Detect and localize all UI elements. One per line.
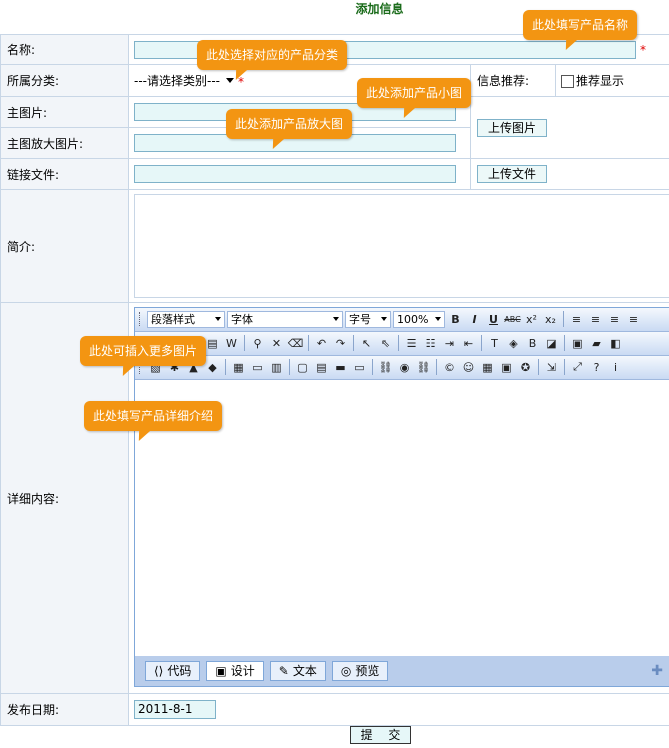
upload-image-button[interactable]: 上传图片 [477, 118, 548, 137]
upload-file-button[interactable]: 上传文件 [477, 165, 548, 183]
link-file-input[interactable] [134, 165, 456, 183]
callout-name: 此处填写产品名称 [523, 10, 638, 40]
paste-word-icon[interactable]: W [223, 335, 240, 352]
zoom-select[interactable]: 100% [393, 310, 445, 328]
select-all-icon[interactable]: ⇖ [377, 335, 394, 352]
page-icon[interactable]: ▤ [313, 359, 330, 376]
italic-icon[interactable]: I [466, 311, 483, 328]
layer-icon[interactable]: ◧ [607, 335, 624, 352]
format-icon[interactable]: ◪ [543, 335, 560, 352]
date-icon[interactable]: ▣ [498, 359, 515, 376]
time-icon[interactable]: ✪ [517, 359, 534, 376]
code-icon: ⟨⟩ [154, 663, 164, 678]
paste-text-icon[interactable]: ▤ [204, 335, 221, 352]
preview-icon: ◎ [340, 663, 352, 678]
ordered-list-icon[interactable]: ☰ [403, 335, 420, 352]
callout-small-image: 此处添加产品小图 [357, 78, 472, 108]
chevron-down-icon [381, 317, 387, 321]
underline-icon[interactable]: U [485, 311, 502, 328]
submit-button[interactable]: 提 交 [350, 726, 411, 744]
font-size-select[interactable]: 字号 [345, 310, 391, 328]
editor-toolbar-row-2: ✂ ❐ 📋 ▤ W ⚲ ✕ ⌫ ↶ ↷ ↖ ⇖ ☰ [135, 331, 669, 356]
mode-code-button[interactable]: ⟨⟩ 代码 [145, 660, 201, 681]
align-center-icon[interactable]: ≡ [587, 311, 604, 328]
mode-preview-button[interactable]: ◎ 预览 [331, 660, 389, 681]
toolbar-grip-icon [139, 312, 142, 326]
text-color-icon[interactable]: T [486, 335, 503, 352]
publish-date-label: 发布日期: [0, 693, 129, 726]
chevron-down-icon [435, 317, 441, 321]
select-icon[interactable]: ↖ [358, 335, 375, 352]
mode-text-button[interactable]: ✎ 文本 [269, 660, 326, 681]
publish-date-input[interactable]: 2011-8-1 [134, 700, 216, 719]
callout-more-images: 此处可插入更多图片 [80, 336, 207, 366]
form-icon[interactable]: ▢ [294, 359, 311, 376]
globe-icon[interactable]: ◉ [396, 359, 413, 376]
input-field-icon[interactable]: ▭ [351, 359, 368, 376]
spreadsheet-icon[interactable]: ▦ [479, 359, 496, 376]
undo-icon[interactable]: ↶ [313, 335, 330, 352]
link-file-label: 链接文件: [0, 158, 129, 190]
mode-design-button[interactable]: ▣ 设计 [206, 660, 264, 681]
design-icon: ▣ [215, 663, 227, 678]
horizontal-rule-icon[interactable]: ▬ [332, 359, 349, 376]
callout-large-image: 此处添加产品放大图 [226, 109, 353, 139]
large-image-label: 主图放大图片: [0, 127, 129, 159]
bold-icon[interactable]: B [447, 311, 464, 328]
delete-icon[interactable]: ✕ [268, 335, 285, 352]
align-right-icon[interactable]: ≡ [606, 311, 623, 328]
chevron-down-icon [333, 317, 339, 321]
redo-icon[interactable]: ↷ [332, 335, 349, 352]
highlight-icon[interactable]: ◈ [505, 335, 522, 352]
main-image-label: 主图片: [0, 96, 129, 128]
eraser-icon[interactable]: ⌫ [287, 335, 304, 352]
rich-text-editor: 段落样式 字体 字号 100% B I U ABC x² x₂ ≡ ≡ ≡ ≡ [134, 306, 669, 687]
required-mark: * [640, 42, 646, 57]
category-label: 所属分类: [0, 64, 129, 97]
background-color-icon[interactable]: B [524, 335, 541, 352]
find-icon[interactable]: ⚲ [249, 335, 266, 352]
unordered-list-icon[interactable]: ☷ [422, 335, 439, 352]
table-border-icon[interactable]: ▣ [569, 335, 586, 352]
subscript-icon[interactable]: x₂ [542, 311, 559, 328]
text-icon: ✎ [278, 663, 289, 678]
callout-detail: 此处填写产品详细介绍 [84, 401, 223, 431]
callout-category: 此处选择对应的产品分类 [197, 40, 348, 70]
emoticon-icon[interactable]: ☺ [460, 359, 477, 376]
checkbox-icon [561, 75, 574, 88]
insert-table-icon[interactable]: ▦ [230, 359, 247, 376]
page-break-icon[interactable]: ⇲ [543, 359, 560, 376]
category-select[interactable]: ---请选择类别--- [134, 72, 234, 90]
expand-icon[interactable]: ✚ [651, 663, 663, 679]
fullscreen-icon[interactable]: ⤢ [569, 359, 586, 376]
table-cell-icon[interactable]: ▥ [268, 359, 285, 376]
insert-file-icon[interactable]: ◆ [204, 359, 221, 376]
summary-textarea[interactable] [134, 194, 669, 298]
summary-label: 简介: [0, 189, 129, 303]
outdent-icon[interactable]: ⇤ [460, 335, 477, 352]
editor-mode-bar: ⟨⟩ 代码 ▣ 设计 ✎ 文本 ◎ 预览 ✚ [135, 655, 669, 686]
strikethrough-icon[interactable]: ABC [504, 311, 521, 328]
info-icon[interactable]: i [607, 359, 624, 376]
web-link-icon[interactable]: ⛓ [377, 359, 394, 376]
unlink-icon[interactable]: ⛓ [415, 359, 432, 376]
special-char-icon[interactable]: © [441, 359, 458, 376]
superscript-icon[interactable]: x² [523, 311, 540, 328]
chevron-down-icon [215, 317, 221, 321]
recommend-label: 信息推荐: [470, 64, 556, 97]
help-icon[interactable]: ? [588, 359, 605, 376]
font-select[interactable]: 字体 [227, 310, 343, 328]
editor-toolbar-row-3: ▧ ✱ ▲ ◆ ▦ ▭ ▥ ▢ ▤ ▬ ▭ ⛓ ◉ ⛓ © ☺ ▦ ▣ ✪ ⇲ … [135, 355, 669, 380]
table-row-icon[interactable]: ▭ [249, 359, 266, 376]
editor-toolbar-row-1: 段落样式 字体 字号 100% B I U ABC x² x₂ ≡ ≡ ≡ ≡ [135, 307, 669, 332]
comment-icon[interactable]: ▰ [588, 335, 605, 352]
align-justify-icon[interactable]: ≡ [625, 311, 642, 328]
indent-icon[interactable]: ⇥ [441, 335, 458, 352]
align-left-icon[interactable]: ≡ [568, 311, 585, 328]
name-label: 名称: [0, 34, 129, 65]
recommend-checkbox[interactable]: 推荐显示 [561, 74, 624, 88]
paragraph-style-select[interactable]: 段落样式 [147, 310, 225, 328]
